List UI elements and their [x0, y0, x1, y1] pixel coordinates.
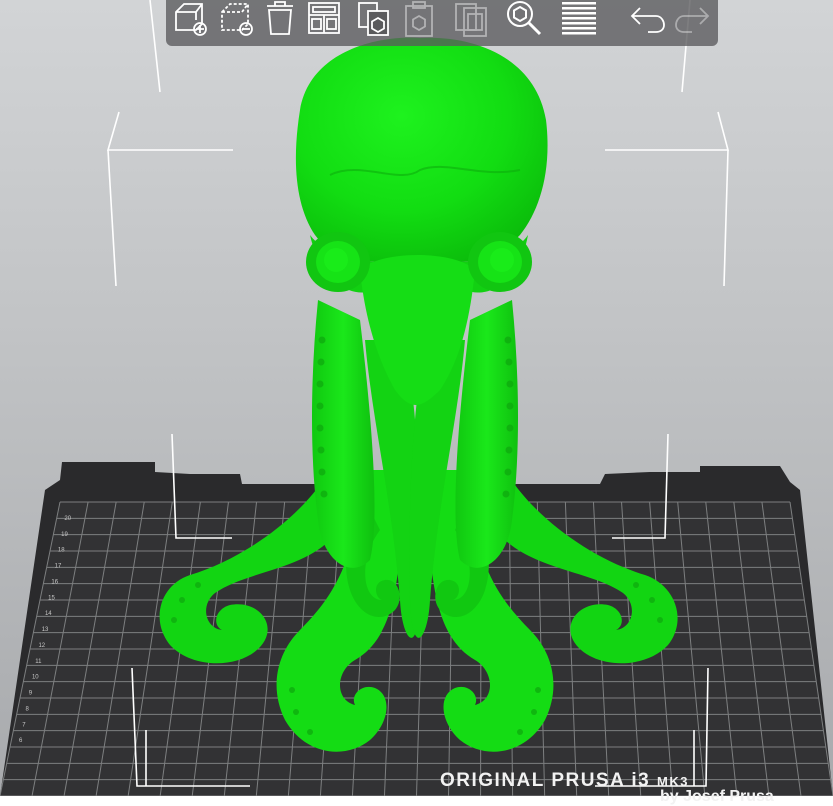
- bed-tick-label: 15: [48, 595, 55, 601]
- bed-tick-label: 18: [58, 548, 65, 554]
- bed-tick-label: 13: [42, 627, 49, 633]
- 3d-viewport[interactable]: 20191817161514131211109876: [0, 0, 833, 805]
- bed-author-label: by Josef Prusa: [660, 788, 774, 805]
- octopus-eye-left: [306, 232, 370, 292]
- bed-tick-label: 16: [51, 579, 58, 585]
- arrange-icon[interactable]: [304, 0, 344, 38]
- delete-object-icon[interactable]: [216, 0, 256, 38]
- redo-icon[interactable]: [672, 0, 712, 38]
- bed-tick-label: 20: [64, 516, 71, 522]
- search-icon[interactable]: [504, 0, 544, 38]
- add-object-icon[interactable]: [170, 0, 210, 38]
- layers-icon[interactable]: [558, 0, 598, 38]
- bed-tick-label: 19: [61, 532, 68, 538]
- add-instance-icon[interactable]: [452, 0, 492, 38]
- bed-tick-label: 11: [35, 659, 42, 665]
- paste-icon[interactable]: [398, 0, 438, 38]
- bed-tick-label: 10: [32, 675, 39, 681]
- trash-icon[interactable]: [260, 0, 300, 38]
- bed-tick-label: 12: [38, 643, 45, 649]
- bed-brand-label: ORIGINAL PRUSA i3 MK3: [440, 770, 689, 791]
- bed-tick-label: 17: [55, 564, 62, 570]
- undo-icon[interactable]: [628, 0, 668, 38]
- copy-icon[interactable]: [354, 0, 394, 38]
- octopus-eye-right: [468, 232, 532, 292]
- bed-tick-label: 14: [45, 611, 52, 617]
- top-toolbar: [166, 0, 718, 46]
